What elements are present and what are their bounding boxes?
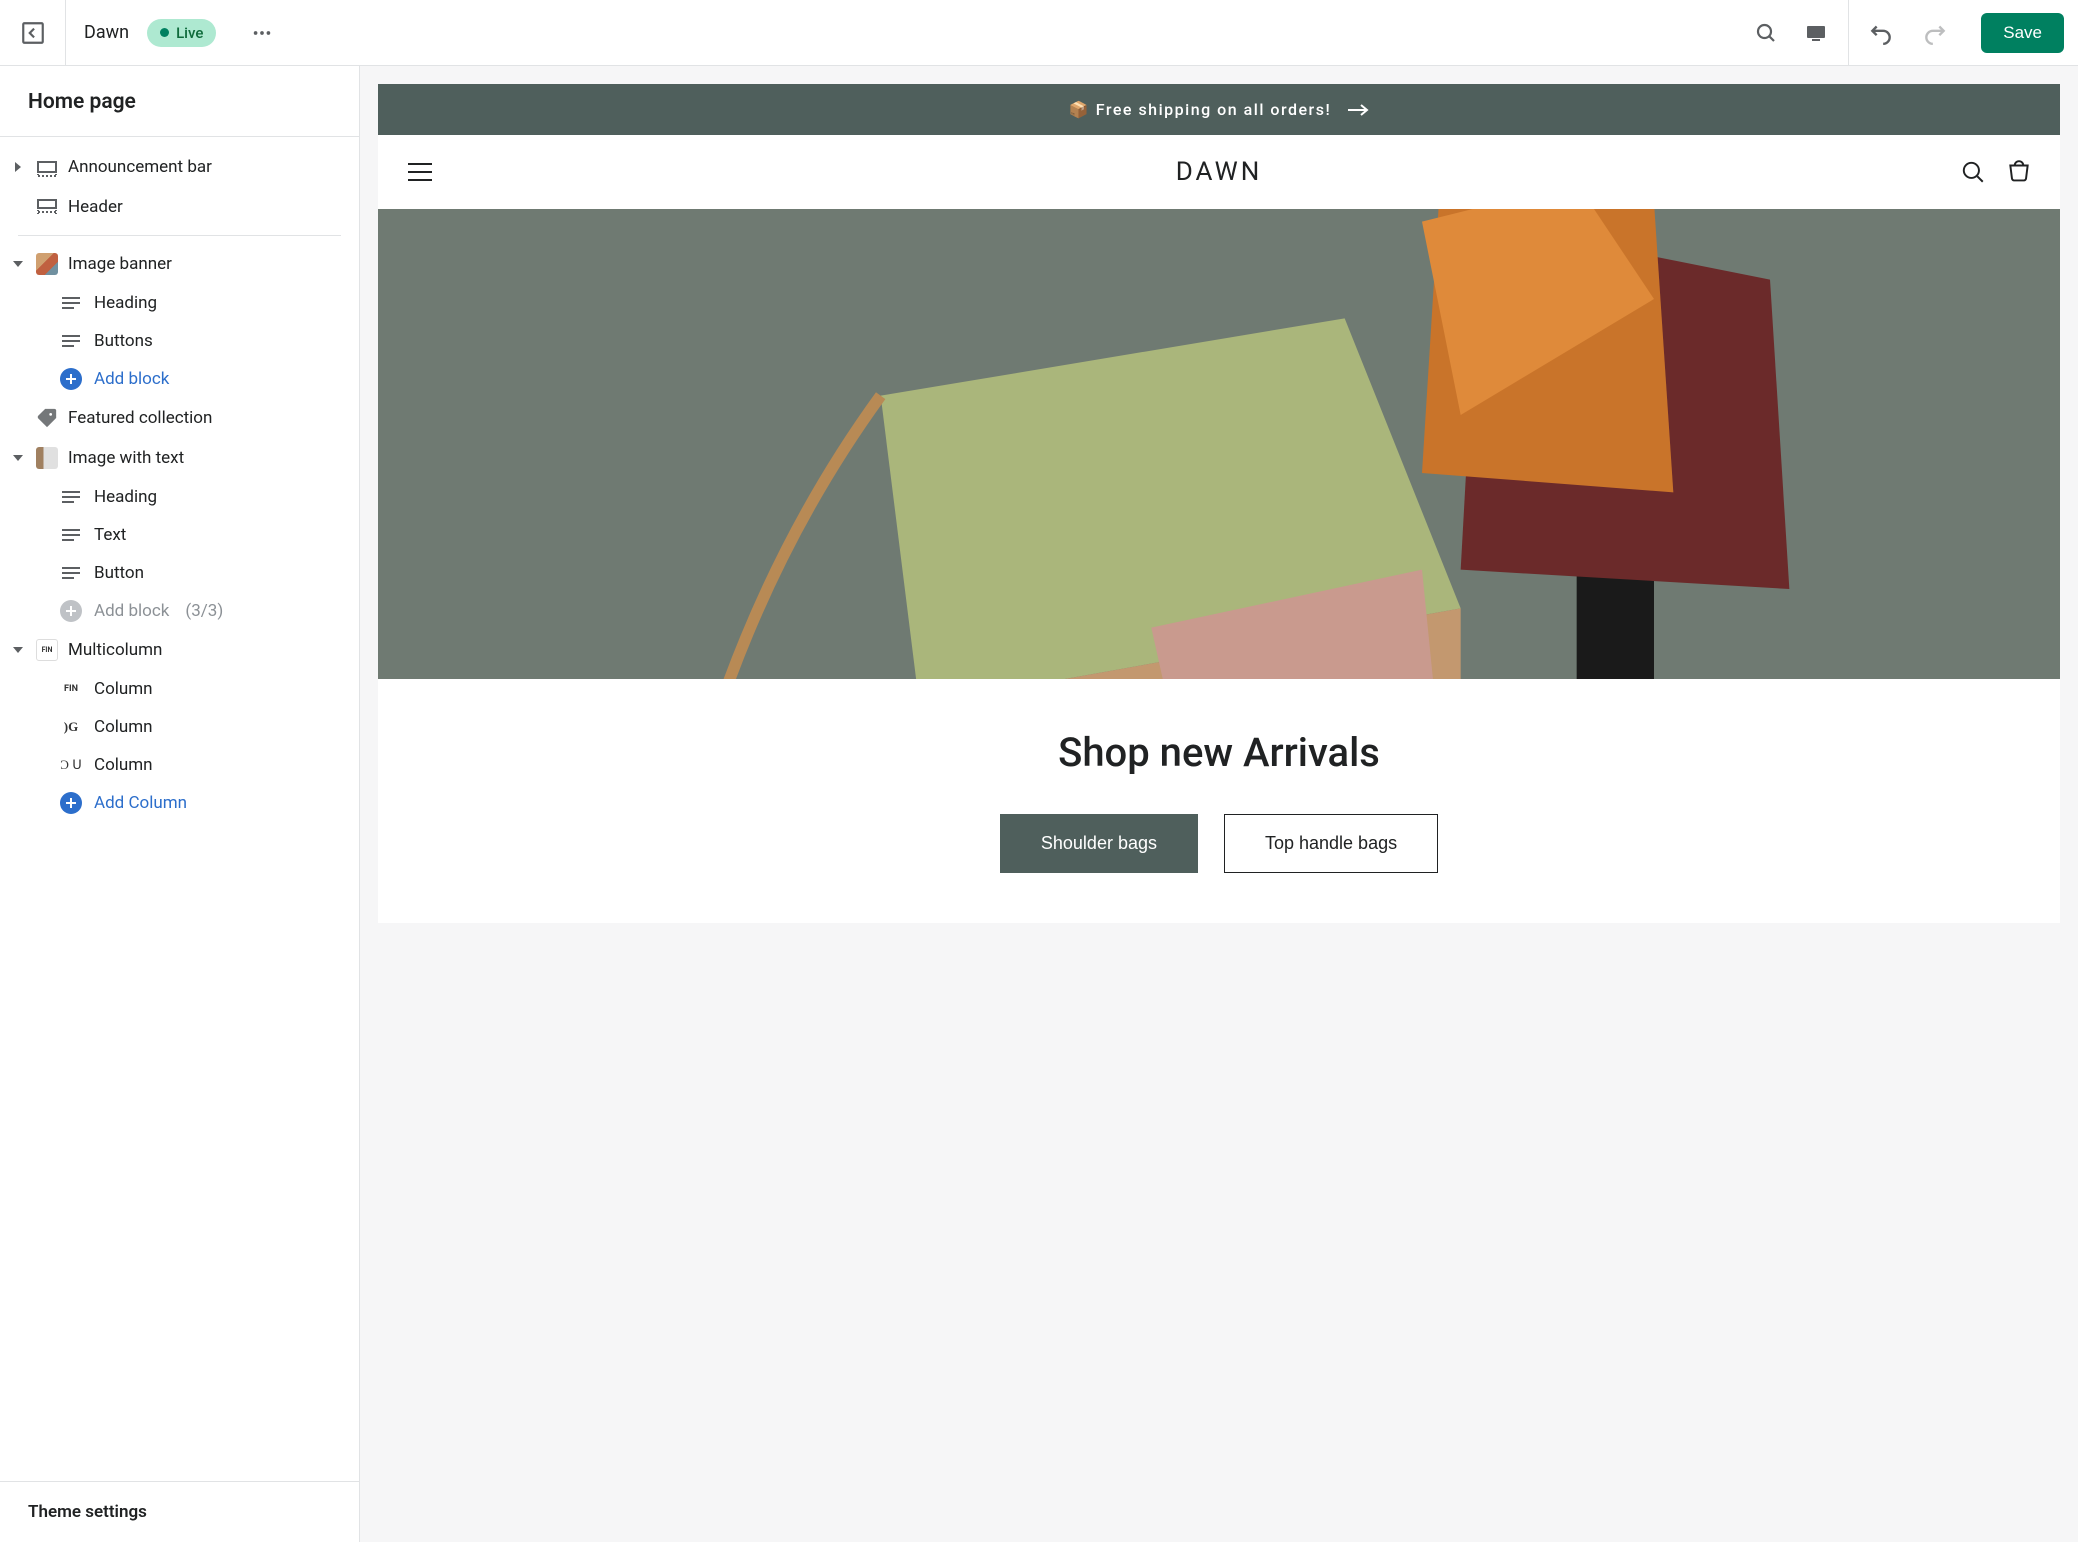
announcement-text: 📦 Free shipping on all orders! <box>1069 100 1331 119</box>
more-button[interactable] <box>244 15 280 51</box>
section-multicolumn[interactable]: FIN Multicolumn <box>0 630 359 670</box>
caret-right-icon[interactable] <box>10 159 26 175</box>
block-label: Text <box>94 525 126 545</box>
theme-title-area: Dawn Live <box>66 19 234 47</box>
hero-content: Shop new Arrivals Shoulder bags Top hand… <box>378 679 2060 923</box>
thumb-icon <box>36 253 58 275</box>
hero-button-primary[interactable]: Shoulder bags <box>1000 814 1198 873</box>
block-column[interactable]: )G Column <box>38 708 359 746</box>
block-label: Buttons <box>94 331 153 351</box>
block-column[interactable]: FIN Column <box>38 670 359 708</box>
section-label: Multicolumn <box>68 640 162 660</box>
site-header: DAWN <box>378 135 2060 209</box>
theme-name: Dawn <box>84 22 129 43</box>
section-header[interactable]: Header <box>0 187 359 227</box>
add-label: Add block <box>94 601 169 621</box>
live-badge: Live <box>147 19 216 47</box>
add-block-button[interactable]: Add block <box>38 360 359 398</box>
topbar: Dawn Live Save <box>0 0 2078 66</box>
add-label: Add Column <box>94 793 187 813</box>
sidebar: Home page Announcement bar <box>0 66 360 1542</box>
section-announcement-bar[interactable]: Announcement bar <box>0 147 359 187</box>
column-thumb-icon: Ͻ Ս <box>60 754 82 776</box>
section-label: Image with text <box>68 448 184 468</box>
plus-circle-icon <box>60 368 82 390</box>
column-thumb-icon: )G <box>60 716 82 738</box>
site-brand[interactable]: DAWN <box>1176 157 1263 187</box>
plus-circle-icon <box>60 600 82 622</box>
block-label: Column <box>94 755 153 775</box>
block-label: Heading <box>94 487 157 507</box>
arrow-right-icon <box>1347 103 1369 117</box>
block-buttons[interactable]: Buttons <box>38 322 359 360</box>
section-label: Announcement bar <box>68 157 212 177</box>
redo-button[interactable] <box>1917 15 1953 51</box>
section-icon <box>36 196 58 218</box>
search-icon[interactable] <box>1960 159 1986 185</box>
cart-icon[interactable] <box>2006 159 2032 185</box>
back-button[interactable] <box>0 0 66 66</box>
block-heading[interactable]: Heading <box>38 284 359 322</box>
search-icon[interactable] <box>1748 15 1784 51</box>
tag-icon <box>36 407 58 429</box>
section-label: Header <box>68 197 123 217</box>
block-label: Column <box>94 717 153 737</box>
section-label: Image banner <box>68 254 172 274</box>
text-lines-icon <box>60 292 82 314</box>
block-label: Column <box>94 679 153 699</box>
section-icon <box>36 156 58 178</box>
add-label: Add block <box>94 369 169 389</box>
add-count: (3/3) <box>185 601 223 621</box>
theme-settings-button[interactable]: Theme settings <box>0 1481 359 1542</box>
text-lines-icon <box>60 524 82 546</box>
block-column[interactable]: Ͻ Ս Column <box>38 746 359 784</box>
preview-pane: 📦 Free shipping on all orders! DAWN <box>360 66 2078 1542</box>
caret-down-icon[interactable] <box>10 256 26 272</box>
viewport-desktop-icon[interactable] <box>1798 15 1834 51</box>
text-lines-icon <box>60 486 82 508</box>
hamburger-icon[interactable] <box>406 161 434 183</box>
caret-down-icon[interactable] <box>10 642 26 658</box>
text-lines-icon <box>60 562 82 584</box>
block-text[interactable]: Text <box>38 516 359 554</box>
block-label: Button <box>94 563 144 583</box>
block-label: Heading <box>94 293 157 313</box>
add-column-button[interactable]: Add Column <box>38 784 359 822</box>
hero-button-secondary[interactable]: Top handle bags <box>1224 814 1438 873</box>
add-block-button-disabled: Add block (3/3) <box>38 592 359 630</box>
plus-circle-icon <box>60 792 82 814</box>
page-title: Home page <box>0 66 359 137</box>
column-thumb-icon: FIN <box>60 678 82 700</box>
thumb-icon <box>36 447 58 469</box>
hero-heading: Shop new Arrivals <box>398 729 2040 776</box>
section-label: Featured collection <box>68 408 212 428</box>
section-image-with-text[interactable]: Image with text <box>0 438 359 478</box>
section-image-banner[interactable]: Image banner <box>0 244 359 284</box>
thumb-icon: FIN <box>36 639 58 661</box>
undo-button[interactable] <box>1863 15 1899 51</box>
block-heading[interactable]: Heading <box>38 478 359 516</box>
announcement-bar[interactable]: 📦 Free shipping on all orders! <box>378 84 2060 135</box>
hero-image <box>378 209 2060 679</box>
caret-down-icon[interactable] <box>10 450 26 466</box>
block-button[interactable]: Button <box>38 554 359 592</box>
section-featured-collection[interactable]: Featured collection <box>0 398 359 438</box>
save-button[interactable]: Save <box>1981 13 2064 53</box>
text-lines-icon <box>60 330 82 352</box>
